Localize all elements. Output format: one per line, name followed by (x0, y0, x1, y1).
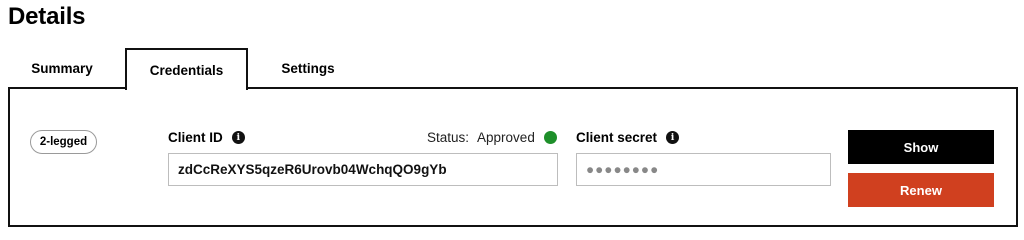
page-title: Details (8, 3, 86, 30)
tab-credentials[interactable]: Credentials (125, 48, 248, 90)
status-dot-icon (543, 131, 557, 144)
status-value: Approved (477, 130, 535, 145)
tab-summary[interactable]: Summary (8, 48, 116, 88)
show-secret-button[interactable]: Show (848, 130, 994, 164)
info-icon[interactable]: i (231, 131, 245, 144)
renew-secret-button[interactable]: Renew (848, 173, 994, 207)
client-id-label: Client ID (168, 130, 223, 145)
client-id-label-group: Client ID i (168, 130, 245, 145)
info-icon[interactable]: i (666, 131, 680, 144)
client-secret-label-group: Client secret i (576, 130, 680, 145)
client-id-field[interactable]: zdCcReXYS5qzeR6Urovb04WchqQO9gYb (168, 153, 558, 186)
client-secret-field[interactable]: ●●●●●●●● (576, 153, 831, 186)
tab-settings[interactable]: Settings (248, 48, 368, 88)
status-label: Status: (427, 130, 470, 145)
client-secret-label: Client secret (576, 130, 658, 145)
status-indicator: Status: Approved (427, 130, 557, 145)
auth-type-badge: 2-legged (30, 130, 97, 154)
